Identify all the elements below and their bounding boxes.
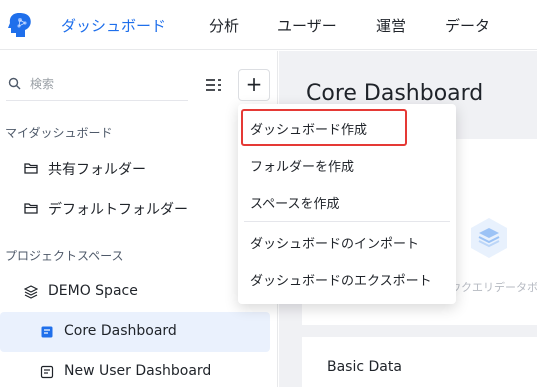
add-button[interactable]: + (238, 69, 270, 101)
sidebar-item-core-dashboard[interactable]: Core Dashboard (0, 312, 270, 352)
search-icon (8, 77, 21, 90)
sidebar-item-demo-space[interactable]: DEMO Space (0, 272, 270, 312)
sidebar-item-label: デフォルトフォルダー (48, 202, 188, 218)
top-nav: ダッシュボード 分析 ユーザー 運営 データ (0, 0, 537, 50)
dashboard-doc-icon (41, 326, 53, 338)
nav-users[interactable]: ユーザー (277, 15, 337, 36)
menu-item-label: フォルダーを作成 (250, 160, 355, 175)
sidebar-item-new-user-dashboard[interactable]: New User Dashboard (0, 352, 270, 387)
folder-icon (24, 203, 38, 214)
empty-cube-icon (471, 218, 507, 258)
sidebar-item-label: Core Dashboard (64, 323, 177, 339)
nav-operations[interactable]: 運営 (376, 15, 406, 36)
folder-icon (24, 163, 38, 174)
menu-item-create-space[interactable]: スペースを作成 (238, 184, 456, 220)
menu-item-create-folder[interactable]: フォルダーを作成 (238, 147, 456, 183)
list-view-icon[interactable] (201, 73, 225, 97)
section-project-space: プロジェクトスペース (5, 249, 124, 263)
cube-stack-icon (24, 285, 38, 299)
nav-data[interactable]: データ (445, 15, 490, 36)
section-my-dashboards: マイダッシュボード (5, 126, 113, 140)
menu-item-export-dashboard[interactable]: ダッシュボードのエクスポート (238, 261, 456, 297)
sidebar-item-label: New User Dashboard (64, 363, 212, 379)
menu-divider (244, 221, 450, 222)
sidebar-item-shared-folder[interactable]: 共有フォルダー (0, 148, 270, 188)
menu-item-label: ダッシュボードのエクスポート (250, 274, 432, 289)
highlight-annotation (241, 109, 407, 146)
brain-head-logo-icon[interactable] (6, 10, 36, 40)
empty-state-text: ウクエリデータボ (450, 281, 537, 294)
sidebar-item-label: 共有フォルダー (48, 162, 146, 178)
nav-analysis[interactable]: 分析 (209, 15, 239, 36)
menu-item-import-dashboard[interactable]: ダッシュボードのインポート (238, 224, 456, 260)
search-input[interactable] (30, 73, 180, 95)
menu-item-label: ダッシュボードのインポート (250, 237, 420, 252)
menu-item-label: スペースを作成 (250, 197, 340, 212)
sidebar-item-default-folder[interactable]: デフォルトフォルダー (0, 188, 270, 228)
sidebar-item-label: DEMO Space (48, 283, 138, 299)
search-box (6, 69, 188, 101)
basic-data-title: Basic Data (327, 359, 402, 375)
nav-dashboard[interactable]: ダッシュボード (61, 15, 166, 36)
sidebar: + マイダッシュボード 共有フォルダー デフォルトフォルダー プロジェクトスペー… (0, 51, 278, 387)
dashboard-doc-icon (40, 365, 54, 379)
page-title: Core Dashboard (306, 81, 484, 106)
